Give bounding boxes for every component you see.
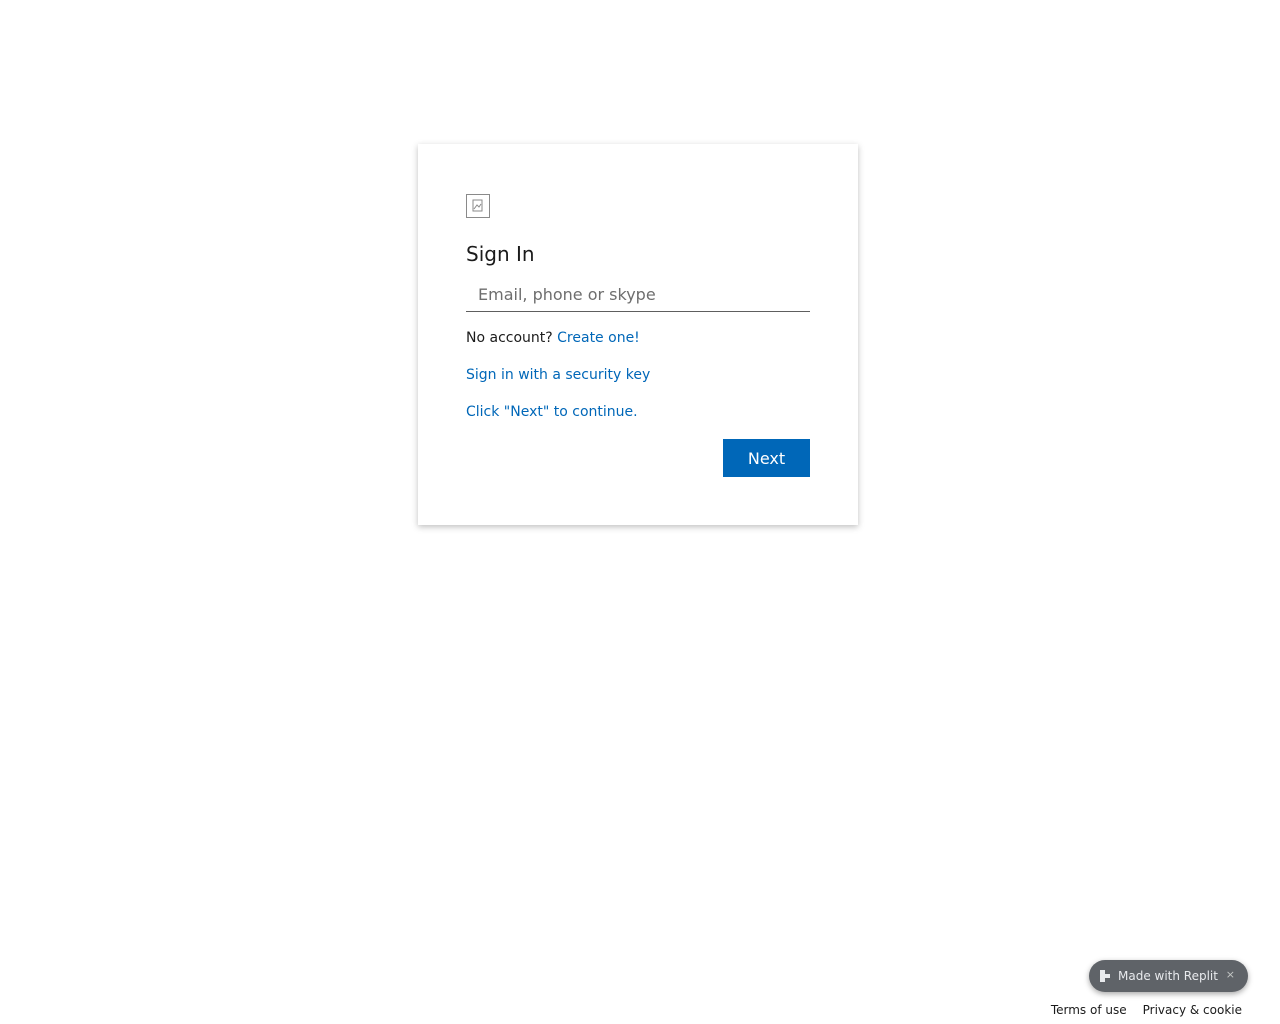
page-title: Sign In [466, 242, 535, 266]
email-field[interactable] [466, 278, 810, 312]
no-account-row: No account? Create one! [466, 330, 640, 346]
close-icon[interactable]: × [1226, 968, 1235, 981]
badge-label: Made with Replit [1118, 969, 1218, 983]
replit-logo-icon [1100, 970, 1110, 982]
terms-link[interactable]: Terms of use [1051, 1003, 1127, 1017]
security-key-row: Sign in with a security key [466, 367, 650, 383]
no-account-text: No account? [466, 330, 553, 346]
privacy-link[interactable]: Privacy & cookie [1143, 1003, 1242, 1017]
create-account-link[interactable]: Create one! [557, 330, 640, 346]
signin-card: Sign In No account? Create one! Sign in … [418, 144, 858, 525]
security-key-link[interactable]: Sign in with a security key [466, 367, 650, 383]
footer: Terms of use Privacy & cookie [1051, 1003, 1242, 1017]
broken-image-icon [466, 194, 490, 218]
next-button[interactable]: Next [723, 439, 810, 477]
continue-hint-row: Click "Next" to continue. [466, 404, 638, 420]
made-with-replit-badge[interactable]: Made with Replit × [1089, 960, 1248, 992]
continue-hint-link[interactable]: Click "Next" to continue. [466, 404, 638, 420]
